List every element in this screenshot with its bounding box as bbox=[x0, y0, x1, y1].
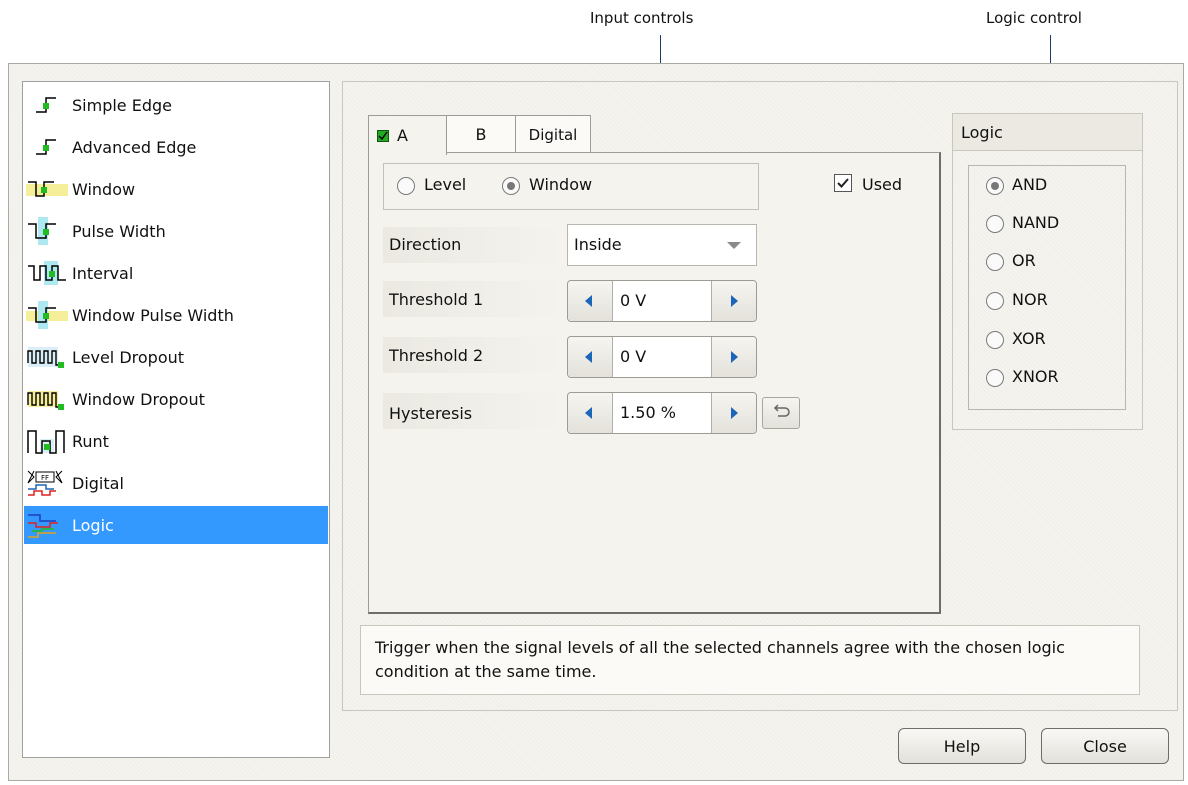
mode-level-label[interactable]: Level bbox=[424, 175, 466, 194]
tab-a-enabled-icon[interactable] bbox=[377, 129, 389, 142]
logic-xnor-radio[interactable] bbox=[986, 369, 1004, 387]
logic-nor-radio[interactable] bbox=[986, 292, 1004, 310]
channel-settings-pane bbox=[368, 152, 941, 614]
hysteresis-decrement-button[interactable] bbox=[568, 393, 613, 433]
threshold2-label: Threshold 2 bbox=[389, 346, 484, 365]
help-button[interactable]: Help bbox=[898, 728, 1026, 764]
hysteresis-increment-button[interactable] bbox=[711, 393, 756, 433]
logic-xor-label[interactable]: XOR bbox=[1012, 329, 1046, 348]
window-icon bbox=[26, 175, 70, 203]
threshold1-decrement-button[interactable] bbox=[568, 281, 613, 321]
list-item-label: Digital bbox=[72, 473, 124, 493]
logic-icon bbox=[26, 511, 70, 539]
chevron-down-icon bbox=[727, 242, 741, 249]
list-item-label: Level Dropout bbox=[72, 347, 185, 367]
list-item-runt[interactable]: Runt bbox=[24, 422, 328, 460]
list-item-interval[interactable]: Interval bbox=[24, 254, 328, 292]
hysteresis-reset-button[interactable] bbox=[762, 397, 800, 429]
logic-xnor-label[interactable]: XNOR bbox=[1012, 367, 1059, 386]
logic-and-label[interactable]: AND bbox=[1012, 175, 1047, 194]
list-item-window[interactable]: Window bbox=[24, 170, 328, 208]
help-button-label: Help bbox=[943, 736, 981, 756]
runt-icon bbox=[26, 427, 70, 455]
close-button[interactable]: Close bbox=[1041, 728, 1169, 764]
trigger-type-list[interactable]: Simple Edge Advanced Edge Window Pulse W… bbox=[22, 81, 330, 758]
tab-b[interactable]: B bbox=[446, 115, 516, 153]
list-item-label: Runt bbox=[72, 431, 109, 451]
close-button-label: Close bbox=[1083, 736, 1127, 756]
tab-digital-label: Digital bbox=[528, 125, 578, 144]
window-pulse-width-icon bbox=[26, 301, 70, 329]
tab-b-label: B bbox=[475, 125, 487, 144]
list-item-logic[interactable]: Logic bbox=[24, 506, 328, 544]
list-item-simple-edge[interactable]: Simple Edge bbox=[24, 86, 328, 124]
trigger-description-text: Trigger when the signal levels of all th… bbox=[375, 638, 1065, 681]
list-item-label: Window Pulse Width bbox=[72, 305, 234, 325]
undo-icon bbox=[773, 404, 790, 417]
simple-edge-icon bbox=[26, 91, 70, 119]
threshold2-spinner[interactable]: 0 V bbox=[567, 336, 757, 378]
list-item-label: Pulse Width bbox=[72, 221, 166, 241]
threshold2-value[interactable]: 0 V bbox=[620, 347, 646, 366]
list-item-label: Window bbox=[72, 179, 136, 199]
list-item-label: Advanced Edge bbox=[72, 137, 197, 157]
logic-group-title: Logic bbox=[961, 123, 1003, 142]
interval-icon bbox=[26, 259, 70, 287]
tab-digital[interactable]: Digital bbox=[515, 115, 591, 153]
mode-level-radio[interactable] bbox=[397, 177, 415, 195]
threshold2-increment-button[interactable] bbox=[711, 337, 756, 377]
list-item-label: Window Dropout bbox=[72, 389, 205, 409]
threshold1-increment-button[interactable] bbox=[711, 281, 756, 321]
logic-nand-label[interactable]: NAND bbox=[1012, 213, 1059, 232]
hysteresis-label: Hysteresis bbox=[389, 404, 473, 423]
window-dropout-icon bbox=[26, 385, 70, 413]
right-arrow-icon bbox=[731, 295, 738, 307]
right-arrow-icon bbox=[731, 407, 738, 419]
callout-logic-control: Logic control bbox=[986, 9, 1082, 27]
logic-nand-radio[interactable] bbox=[986, 215, 1004, 233]
list-item-pulse-width[interactable]: Pulse Width bbox=[24, 212, 328, 250]
level-dropout-icon bbox=[26, 343, 70, 371]
logic-or-label[interactable]: OR bbox=[1012, 251, 1036, 270]
logic-group-header: Logic bbox=[952, 113, 1143, 151]
tab-a[interactable]: A bbox=[368, 115, 447, 155]
used-label[interactable]: Used bbox=[862, 175, 902, 194]
mode-window-radio[interactable] bbox=[502, 177, 520, 195]
threshold2-decrement-button[interactable] bbox=[568, 337, 613, 377]
list-item-window-dropout[interactable]: Window Dropout bbox=[24, 380, 328, 418]
list-item-window-pulse-width[interactable]: Window Pulse Width bbox=[24, 296, 328, 334]
left-arrow-icon bbox=[585, 351, 592, 363]
direction-value: Inside bbox=[574, 235, 622, 254]
pulse-width-icon bbox=[26, 217, 70, 245]
callout-input-controls: Input controls bbox=[590, 9, 694, 27]
svg-text:FF: FF bbox=[41, 474, 49, 482]
threshold1-label: Threshold 1 bbox=[389, 290, 484, 309]
trigger-description: Trigger when the signal levels of all th… bbox=[360, 625, 1140, 695]
list-item-label: Interval bbox=[72, 263, 134, 283]
logic-xor-radio[interactable] bbox=[986, 331, 1004, 349]
digital-icon: FF bbox=[26, 469, 70, 497]
direction-dropdown[interactable]: Inside bbox=[567, 224, 757, 266]
logic-and-radio[interactable] bbox=[986, 177, 1004, 195]
mode-window-label[interactable]: Window bbox=[529, 175, 592, 194]
left-arrow-icon bbox=[585, 295, 592, 307]
logic-nor-label[interactable]: NOR bbox=[1012, 290, 1048, 309]
used-checkbox[interactable] bbox=[834, 174, 852, 192]
list-item-advanced-edge[interactable]: Advanced Edge bbox=[24, 128, 328, 166]
logic-or-radio[interactable] bbox=[986, 253, 1004, 271]
list-item-level-dropout[interactable]: Level Dropout bbox=[24, 338, 328, 376]
direction-label: Direction bbox=[389, 235, 462, 254]
hysteresis-value[interactable]: 1.50 % bbox=[620, 403, 676, 422]
right-arrow-icon bbox=[731, 351, 738, 363]
advanced-edge-icon bbox=[26, 133, 70, 161]
threshold1-spinner[interactable]: 0 V bbox=[567, 280, 757, 322]
list-item-digital[interactable]: FF Digital bbox=[24, 464, 328, 502]
left-arrow-icon bbox=[585, 407, 592, 419]
threshold1-value[interactable]: 0 V bbox=[620, 291, 646, 310]
list-item-label: Simple Edge bbox=[72, 95, 172, 115]
tab-a-label: A bbox=[397, 126, 408, 145]
hysteresis-spinner[interactable]: 1.50 % bbox=[567, 392, 757, 434]
list-item-label: Logic bbox=[72, 515, 114, 535]
